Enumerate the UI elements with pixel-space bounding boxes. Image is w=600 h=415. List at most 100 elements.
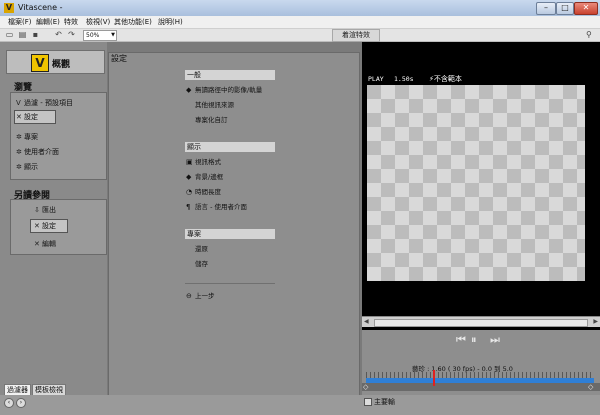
setting-label: 專案化自訂 — [195, 116, 228, 124]
browse-item-label: 過濾 - 預設項目 — [24, 99, 73, 107]
browse-item-label: 設定 — [24, 113, 38, 121]
menu-help[interactable]: 說明(H) — [158, 17, 183, 27]
setting-duration[interactable]: ◔ 時間長度 — [186, 186, 221, 196]
paragraph-icon: ¶ — [186, 203, 191, 211]
preview-scrollbar[interactable]: ◀ ▶ — [362, 316, 600, 327]
back-label: 上一步 — [195, 292, 215, 300]
status-bar: ‹ › — [0, 395, 600, 415]
bottom-tabs: 過濾器 模板檢視 — [0, 384, 107, 396]
wrench-icon: ✕ — [16, 113, 22, 121]
pause-button[interactable]: ⏸ — [471, 333, 477, 347]
setting-image-path[interactable]: ◆ 無讀路徑中的影像/軌量 — [186, 84, 262, 94]
vitascene-logo-icon: V — [31, 54, 49, 72]
saveas-item-edit[interactable]: ✕ 編輯 — [34, 239, 56, 249]
setting-background[interactable]: ◆ 背景/邊框 — [186, 171, 223, 181]
timeline-end-marker-icon[interactable]: ◇ — [588, 383, 593, 391]
no-sample-label: 不含範本 — [433, 75, 462, 83]
setting-other-sources[interactable]: 其他視訊來源 — [186, 99, 234, 109]
browse-item-label: 使用者介面 — [24, 148, 59, 156]
setting-save[interactable]: 儲存 — [186, 258, 208, 268]
browse-item-display[interactable]: ✲ 顯示 — [16, 162, 38, 172]
browse-item-settings[interactable]: ✕ 設定 — [16, 112, 38, 122]
setting-label: 其他視訊來源 — [195, 101, 234, 109]
browse-item-project[interactable]: ✲ 專案 — [16, 132, 38, 142]
timeline-start-marker-icon[interactable]: ◇ — [363, 383, 368, 391]
forward-circle-icon[interactable]: › — [16, 398, 26, 408]
saveas-item-label: 設定 — [42, 222, 56, 230]
redo-icon[interactable]: ↷ — [67, 30, 76, 39]
overview-logo[interactable]: V 概觀 — [6, 50, 105, 74]
menu-other[interactable]: 其他功能(E) — [114, 17, 152, 27]
settings-panel — [108, 52, 360, 399]
main-sequence-label: 主要輸 — [374, 398, 395, 406]
setting-restore[interactable]: 還原 — [186, 243, 208, 253]
globe-icon: ◆ — [186, 86, 192, 94]
minimize-button[interactable]: – — [536, 2, 556, 15]
setting-label: 儲存 — [195, 260, 208, 268]
menu-file[interactable]: 檔案(F) — [8, 17, 32, 27]
browse-item-label: 專案 — [24, 133, 38, 141]
undo-icon[interactable]: ↶ — [54, 30, 63, 39]
clock-icon: ◔ — [186, 188, 193, 196]
gear-icon: ✲ — [16, 148, 22, 156]
title-bar: V Vitascene - – □ ✕ — [0, 0, 600, 17]
setting-project-custom[interactable]: 專案化自訂 — [186, 114, 228, 124]
main-sequence-checkbox[interactable] — [364, 398, 372, 406]
back-circle-icon[interactable]: ‹ — [4, 398, 14, 408]
scroll-right-icon[interactable]: ▶ — [593, 317, 598, 327]
scroll-left-icon[interactable]: ◀ — [364, 317, 369, 327]
divider — [185, 283, 275, 284]
no-sample-indicator: ⚡不含範本 — [429, 74, 462, 84]
browse-item-filter[interactable]: V 過濾 - 預設項目 — [16, 98, 73, 108]
menu-edit[interactable]: 編輯(E) — [36, 17, 60, 27]
pin-icon[interactable]: ⚲ — [586, 30, 592, 39]
setting-video-format[interactable]: ▣ 視訊格式 — [186, 156, 221, 166]
playhead[interactable] — [433, 370, 435, 386]
v-icon: V — [16, 99, 21, 107]
timeline-base — [362, 383, 600, 391]
menu-bar: 檔案(F) 編輯(E) 特效 檢視(V) 其他功能(E) 說明(H) — [0, 16, 600, 29]
section-project-header: 專案 — [185, 229, 275, 239]
saveas-item-label: 匯出 — [42, 206, 56, 214]
toolbar: ▭ ▤ ▪ ↶ ↷ 50% ▼ 着渲特效 ⚲ — [0, 29, 600, 42]
gear-icon: ✲ — [16, 163, 22, 171]
setting-label: 背景/邊框 — [195, 173, 224, 181]
zoom-value: 50% — [86, 32, 100, 39]
setting-label: 時間長度 — [195, 188, 221, 196]
saveas-item-settings[interactable]: ✕ 設定 — [34, 221, 56, 231]
previous-frame-button[interactable]: ⏮ — [456, 333, 466, 347]
section-display-header: 顯示 — [185, 142, 275, 152]
section-general-header: 一般 — [185, 70, 275, 80]
saveas-item-export[interactable]: ⇩ 匯出 — [34, 205, 56, 215]
render-effects-button[interactable]: 着渲特效 — [332, 29, 380, 42]
window-title: Vitascene - — [18, 3, 63, 12]
play-time: 1.50s — [394, 75, 414, 83]
setting-language[interactable]: ¶ 語言 - 使用者介面 — [186, 201, 247, 211]
save-icon[interactable]: ▪ — [31, 30, 40, 39]
menu-view[interactable]: 檢視(V) — [86, 17, 110, 27]
transparency-canvas — [367, 85, 585, 281]
maximize-button[interactable]: □ — [556, 2, 574, 15]
close-button[interactable]: ✕ — [574, 2, 598, 15]
browse-item-ui[interactable]: ✲ 使用者介面 — [16, 147, 59, 157]
browse-item-label: 顯示 — [24, 163, 38, 171]
app-icon: V — [4, 3, 14, 13]
settings-title: 設定 — [111, 54, 127, 63]
monitor-icon: ▣ — [186, 158, 193, 166]
zoom-select[interactable]: 50% ▼ — [83, 30, 117, 41]
saveas-item-label: 編輯 — [42, 240, 56, 248]
gear-icon: ✲ — [16, 133, 22, 141]
overview-label: 概觀 — [52, 60, 71, 70]
setting-label: 語言 - 使用者介面 — [195, 203, 247, 211]
open-folder-icon[interactable]: ▤ — [18, 30, 27, 39]
next-frame-button[interactable]: ⏭ — [490, 333, 500, 347]
wrench-icon: ✕ — [34, 240, 40, 248]
menu-effects[interactable]: 特效 — [64, 17, 78, 27]
setting-label: 無讀路徑中的影像/軌量 — [195, 86, 263, 94]
back-arrow-icon: ⊖ — [186, 292, 192, 300]
back-button[interactable]: ⊖ 上一步 — [186, 290, 215, 300]
download-icon: ⇩ — [34, 206, 40, 214]
new-file-icon[interactable]: ▭ — [5, 30, 14, 39]
scroll-thumb[interactable] — [374, 319, 588, 327]
wrench-icon: ✕ — [34, 222, 40, 230]
